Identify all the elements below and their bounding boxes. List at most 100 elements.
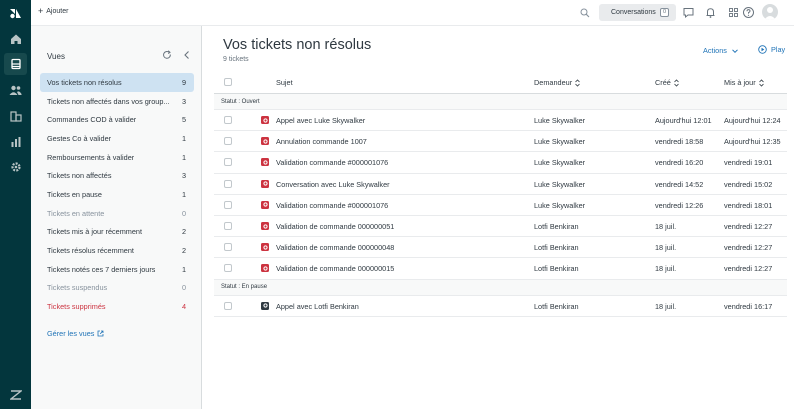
cell-requester: Luke Skywalker [534, 158, 586, 168]
status-open-icon [261, 243, 269, 252]
row-checkbox[interactable] [224, 158, 232, 167]
apps-grid-icon[interactable] [727, 6, 740, 19]
help-icon[interactable] [742, 6, 755, 19]
cell-subject[interactable]: Validation commande #000001076 [276, 201, 388, 210]
view-item-label: Remboursements à valider [47, 152, 135, 162]
cell-requester: Luke Skywalker [534, 116, 586, 125]
table-row[interactable]: Validation de commande 000000015 Lotfi Be… [214, 258, 787, 280]
chat-bubble-icon[interactable] [682, 6, 695, 19]
cell-created: 18 juil. [655, 222, 677, 231]
column-header-updated[interactable]: Mis à jour [724, 78, 765, 87]
row-checkbox[interactable] [224, 116, 232, 124]
row-checkbox[interactable] [224, 200, 232, 209]
sort-icon [674, 78, 679, 87]
customers-icon[interactable] [7, 81, 24, 98]
select-all-checkbox[interactable] [224, 78, 232, 86]
table-row[interactable]: Validation de commande 000000051 Lotfi Be… [214, 216, 787, 238]
cell-requester: Lotfi Benkiran [534, 301, 579, 311]
status-open-icon [261, 137, 269, 146]
refresh-icon[interactable] [162, 50, 172, 60]
view-item-label: Tickets non affectés [47, 171, 112, 181]
table-row[interactable]: Annulation commande 1007 Luke Skywalker ve… [214, 131, 787, 153]
cell-updated: vendredi 15:02 [724, 179, 773, 189]
table-row[interactable]: Appel avec Lotfi Benkiran Lotfi Benkiran 1… [214, 296, 787, 317]
view-item-count: 9 [181, 77, 186, 87]
view-item[interactable]: Gestes Co à valider 1 [40, 129, 194, 148]
status-open-icon [261, 222, 269, 230]
row-checkbox[interactable] [224, 243, 232, 252]
column-header-requester[interactable]: Demandeur [534, 78, 581, 87]
views-icon[interactable] [4, 53, 27, 75]
view-item[interactable]: Remboursements à valider 1 [40, 148, 194, 167]
table-row[interactable]: Validation commande #000001076 Luke Skywa… [214, 195, 787, 216]
notifications-bell-icon[interactable] [704, 6, 717, 19]
view-item-count: 5 [181, 115, 186, 125]
actions-dropdown[interactable]: Actions [703, 46, 739, 55]
cell-updated: Aujourd'hui 12:24 [724, 116, 781, 125]
view-item-label: Tickets non affectés dans vos group... [47, 96, 170, 106]
view-item[interactable]: Tickets suspendus 0 [40, 279, 194, 298]
view-item[interactable]: Tickets mis à jour récemment 2 [40, 223, 194, 242]
view-item-count: 3 [181, 96, 186, 106]
conversations-label: Conversations [611, 9, 656, 16]
cell-subject[interactable]: Validation de commande 000000015 [276, 264, 394, 273]
status-open-icon [261, 264, 269, 273]
table-row[interactable]: Validation commande #000001076 Luke Skywa… [214, 152, 787, 174]
row-checkbox[interactable] [224, 222, 232, 230]
manage-views-link[interactable]: Gérer les vues [47, 329, 104, 338]
row-checkbox[interactable] [224, 179, 232, 188]
admin-gear-icon[interactable] [7, 158, 24, 175]
view-item[interactable]: Tickets résolus récemment 2 [40, 241, 194, 260]
cell-subject[interactable]: Appel avec Luke Skywalker [276, 116, 365, 125]
zendesk-logo-icon[interactable] [7, 5, 24, 22]
view-item-count: 3 [181, 171, 186, 181]
view-item[interactable]: Tickets non affectés 3 [40, 166, 194, 185]
ticket-count: 9 tickets [223, 56, 249, 63]
view-item-count: 4 [181, 302, 186, 312]
cell-created: Aujourd'hui 12:01 [655, 116, 712, 125]
table-row[interactable]: Validation de commande 000000048 Lotfi Be… [214, 237, 787, 259]
view-item[interactable]: Tickets en attente 0 [40, 204, 194, 223]
view-item[interactable]: Tickets supprimés 4 [40, 297, 194, 316]
view-item-count: 2 [181, 246, 186, 256]
play-icon [758, 45, 767, 54]
user-avatar[interactable] [762, 4, 778, 20]
view-item[interactable]: Vos tickets non résolus 9 [40, 73, 194, 92]
views-panel-title: Vues [47, 52, 65, 61]
cell-subject[interactable]: Validation commande #000001076 [276, 158, 388, 167]
chevron-left-icon[interactable] [182, 50, 192, 60]
column-header-subject[interactable]: Sujet [276, 78, 293, 87]
row-checkbox[interactable] [224, 301, 232, 310]
cell-subject[interactable]: Validation de commande 000000051 [276, 222, 394, 231]
view-item[interactable]: Commandes COD à valider 5 [40, 110, 194, 129]
view-item[interactable]: Tickets en pause 1 [40, 185, 194, 204]
organizations-icon[interactable] [7, 107, 24, 124]
view-item[interactable]: Tickets notés ces 7 derniers jours 1 [40, 260, 194, 279]
home-icon[interactable] [7, 30, 24, 47]
reporting-icon[interactable] [7, 133, 24, 150]
play-button[interactable]: Play [758, 45, 785, 54]
cell-subject[interactable]: Conversation avec Luke Skywalker [276, 180, 390, 189]
cell-updated: vendredi 12:27 [724, 222, 773, 231]
table-row[interactable]: Conversation avec Luke Skywalker Luke Sky… [214, 174, 787, 195]
view-item-label: Tickets résolus récemment [47, 246, 134, 256]
search-icon[interactable] [579, 7, 591, 19]
table-row[interactable]: Appel avec Luke Skywalker Luke Skywalker A… [214, 110, 787, 132]
cell-subject[interactable]: Validation de commande 000000048 [276, 243, 394, 252]
cell-subject[interactable]: Annulation commande 1007 [276, 137, 367, 146]
view-item[interactable]: Tickets non affectés dans vos group... 3 [40, 92, 194, 111]
cell-updated: vendredi 12:27 [724, 264, 773, 274]
view-item-label: Tickets suspendus [47, 283, 108, 293]
row-checkbox[interactable] [224, 137, 232, 146]
cell-requester: Luke Skywalker [534, 137, 586, 147]
cell-subject[interactable]: Appel avec Lotfi Benkiran [276, 302, 359, 311]
add-button[interactable]: + Ajouter [38, 7, 68, 16]
zendesk-footer-logo-icon [7, 386, 24, 403]
product-rail [0, 0, 31, 409]
conversations-button[interactable]: Conversations 0 [599, 4, 676, 21]
view-item-count: 1 [181, 189, 186, 199]
row-checkbox[interactable] [224, 264, 232, 273]
status-open-icon [261, 116, 269, 124]
column-header-created[interactable]: Créé [655, 78, 680, 87]
top-bar: + Ajouter Conversations 0 [31, 0, 794, 26]
